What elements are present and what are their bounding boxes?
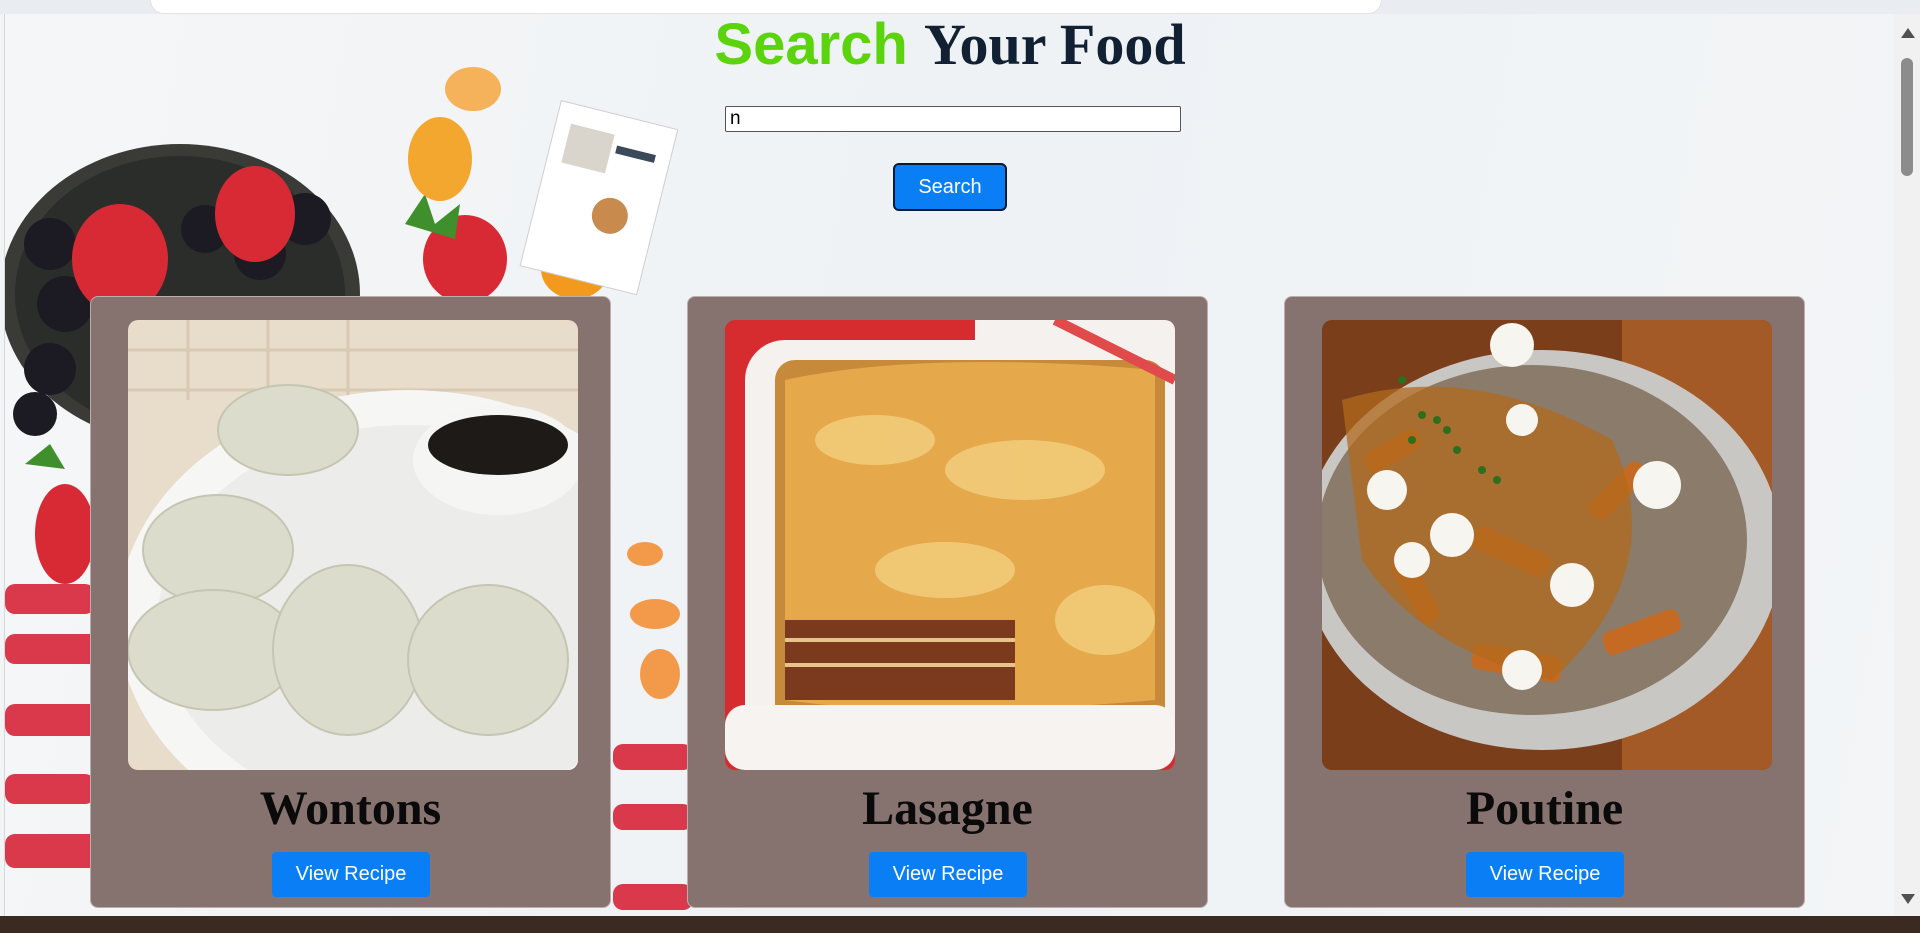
- recipe-card-lasagne: Lasagne View Recipe: [687, 296, 1208, 908]
- browser-toolbar: [0, 0, 1920, 14]
- search-input[interactable]: [725, 106, 1181, 132]
- poutine-image: [1322, 320, 1772, 770]
- address-bar[interactable]: [150, 0, 1382, 14]
- scroll-up-arrow-icon[interactable]: [1901, 28, 1915, 38]
- title-search-word: Search: [714, 14, 908, 77]
- title-your-food: Your Food: [923, 14, 1186, 77]
- recipe-title: Poutine: [1465, 782, 1624, 835]
- scroll-thumb[interactable]: [1901, 58, 1913, 176]
- view-recipe-button[interactable]: View Recipe: [1466, 852, 1624, 897]
- scroll-down-arrow-icon[interactable]: [1901, 894, 1915, 904]
- wontons-image: [128, 320, 578, 770]
- recipe-title: Wontons: [259, 782, 442, 835]
- lasagne-image: [725, 320, 1175, 770]
- recipe-card-poutine: Poutine View Recipe: [1284, 296, 1805, 908]
- search-button[interactable]: Search: [893, 163, 1007, 211]
- vertical-scrollbar[interactable]: [1894, 14, 1920, 916]
- recipe-title: Lasagne: [862, 782, 1033, 835]
- view-recipe-button[interactable]: View Recipe: [869, 852, 1027, 897]
- taskbar: [0, 916, 1920, 933]
- view-recipe-button[interactable]: View Recipe: [272, 852, 430, 897]
- page-title: Search Your Food: [5, 14, 1895, 82]
- recipe-card-wontons: Wontons View Recipe: [90, 296, 611, 908]
- page-viewport: Search Your Food Search: [4, 14, 1895, 916]
